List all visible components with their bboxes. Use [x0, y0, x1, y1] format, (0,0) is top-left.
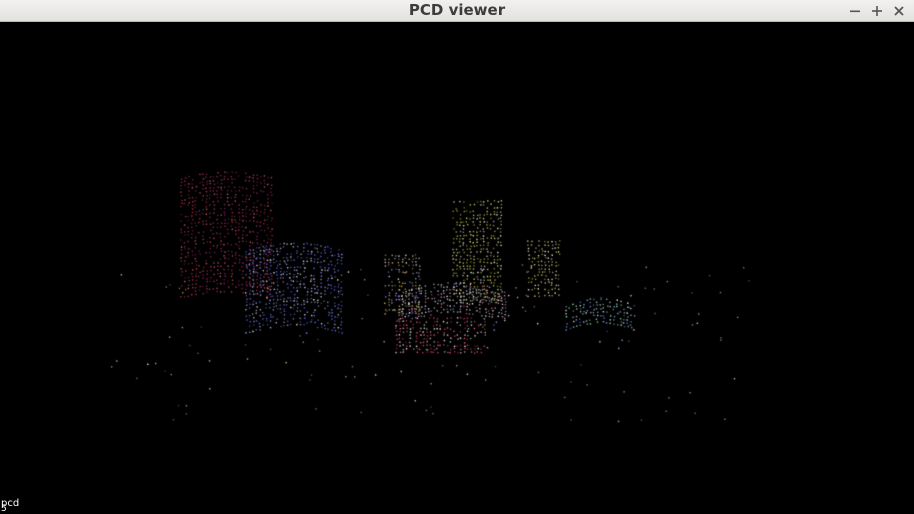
window-title: PCD viewer [408, 1, 506, 19]
minimize-button[interactable] [844, 1, 866, 21]
fps-label: 5 [1, 504, 7, 514]
pcd-viewer-window: PCD viewer pcd 5 [0, 0, 914, 514]
close-button[interactable] [888, 1, 910, 21]
point-cloud-viewport[interactable]: pcd 5 [0, 22, 914, 514]
point-cloud-canvas[interactable] [0, 22, 914, 514]
title-bar[interactable]: PCD viewer [0, 0, 914, 22]
window-controls [844, 0, 910, 22]
maximize-button[interactable] [866, 1, 888, 21]
minimize-icon [850, 10, 860, 13]
maximize-icon [872, 6, 882, 16]
close-icon [894, 6, 904, 16]
